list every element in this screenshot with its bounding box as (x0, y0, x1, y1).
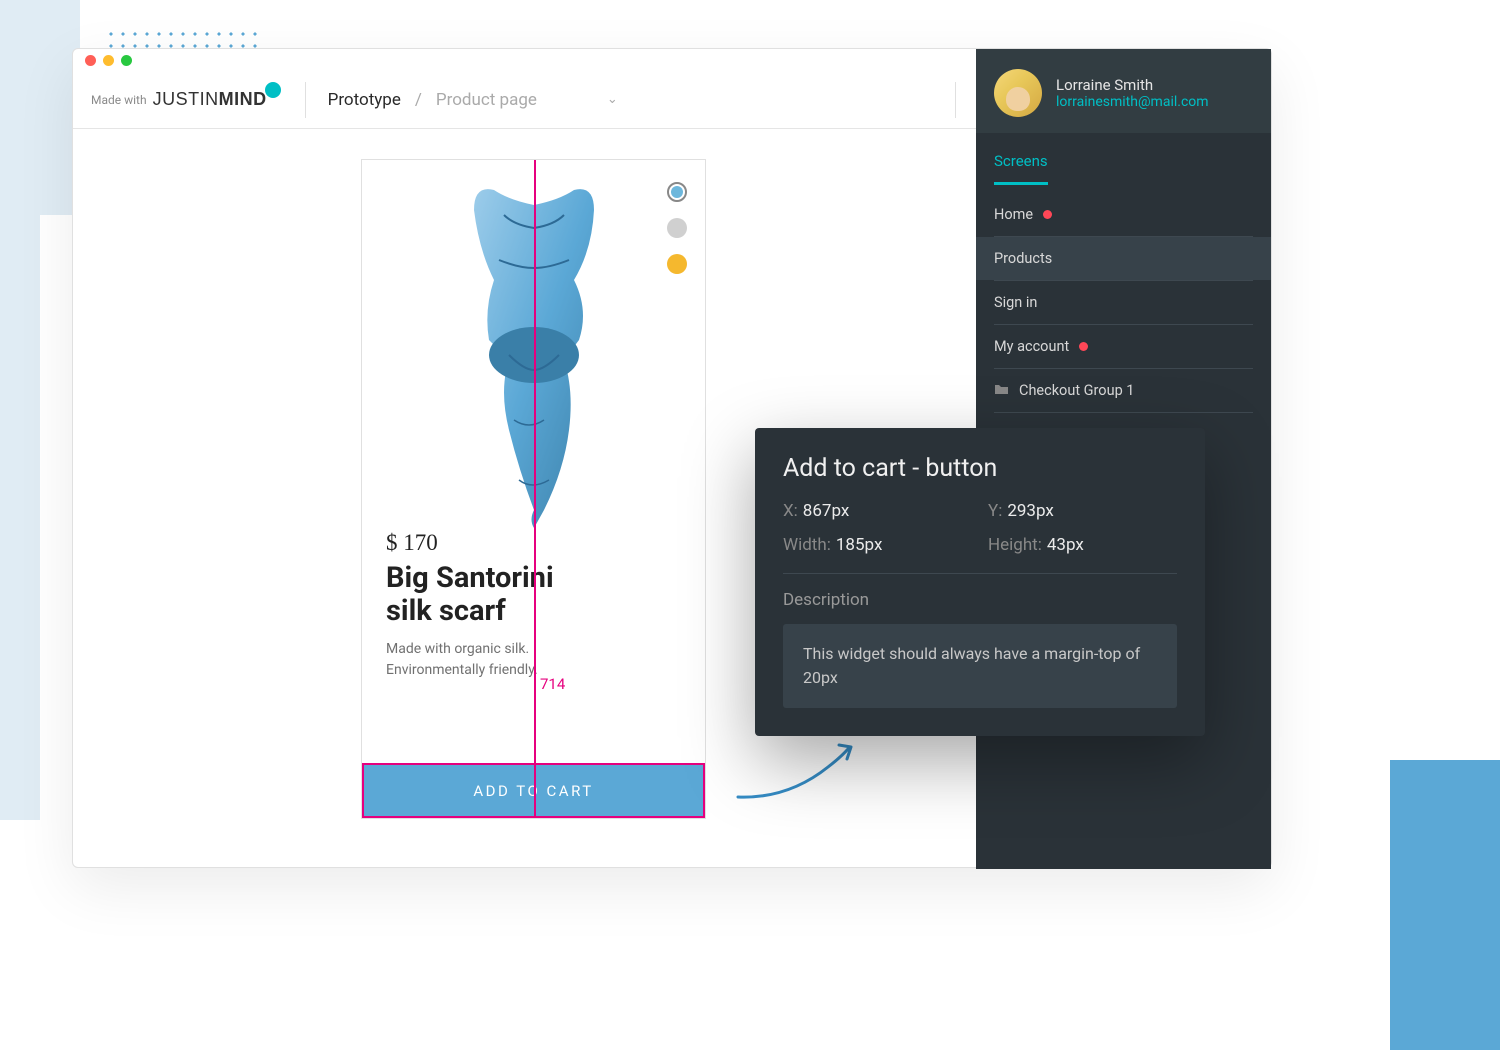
divider (305, 82, 306, 118)
user-name: Lorraine Smith (1056, 76, 1209, 94)
minimize-icon[interactable] (103, 55, 114, 66)
chevron-down-icon[interactable]: ⌄ (607, 92, 618, 107)
sidebar-item-products[interactable]: Products (976, 237, 1271, 280)
folder-icon (994, 382, 1009, 399)
color-swatches (667, 182, 687, 274)
swatch-yellow[interactable] (667, 254, 687, 274)
bg-decoration (0, 0, 80, 215)
prop-width: Width:185px (783, 535, 972, 555)
avatar (994, 69, 1042, 117)
sidebar-item-account[interactable]: My account (976, 325, 1271, 368)
user-profile[interactable]: Lorraine Smith lorrainesmith@mail.com (976, 49, 1271, 133)
ruler-measurement: 714 (540, 675, 565, 693)
breadcrumb-root[interactable]: Prototype (328, 90, 401, 110)
sidebar-item-signin[interactable]: Sign in (976, 281, 1271, 324)
properties-panel: Add to cart - button X:867px Y:293px Wid… (755, 428, 1205, 736)
divider (955, 82, 956, 118)
sidebar-item-home[interactable]: Home (976, 193, 1271, 236)
logo-dot-icon (265, 82, 281, 98)
maximize-icon[interactable] (121, 55, 132, 66)
mobile-mockup: $ 170 Big Santorini silk scarf Made with… (361, 159, 706, 819)
swatch-blue[interactable] (667, 182, 687, 202)
sidebar-item-checkout-group[interactable]: Checkout Group 1 (976, 369, 1271, 412)
prop-x: X:867px (783, 501, 972, 521)
screens-list: Home Products Sign in My account Chec (976, 185, 1271, 421)
properties-grid: X:867px Y:293px Width:185px Height:43px (783, 501, 1177, 555)
breadcrumb: Prototype / Product page (328, 90, 537, 110)
ruler-guide (534, 160, 536, 818)
description-label: Description (783, 590, 1177, 610)
arrow-icon (733, 737, 863, 811)
bg-decoration (1390, 760, 1500, 1050)
close-icon[interactable] (85, 55, 96, 66)
prop-y: Y:293px (988, 501, 1177, 521)
panel-title: Add to cart - button (783, 454, 1177, 483)
prop-height: Height:43px (988, 535, 1177, 555)
status-dot-icon (1043, 210, 1052, 219)
user-email: lorrainesmith@mail.com (1056, 94, 1209, 110)
status-dot-icon (1079, 342, 1088, 351)
sidebar-tabs: Screens (976, 133, 1271, 185)
bg-decoration (0, 200, 40, 820)
description-input[interactable]: This widget should always have a margin-… (783, 624, 1177, 708)
logo: JUSTINMIND (153, 89, 267, 110)
tab-screens[interactable]: Screens (994, 152, 1048, 185)
made-with-label: Made with (91, 93, 147, 107)
breadcrumb-current: Product page (436, 90, 537, 110)
swatch-gray[interactable] (667, 218, 687, 238)
